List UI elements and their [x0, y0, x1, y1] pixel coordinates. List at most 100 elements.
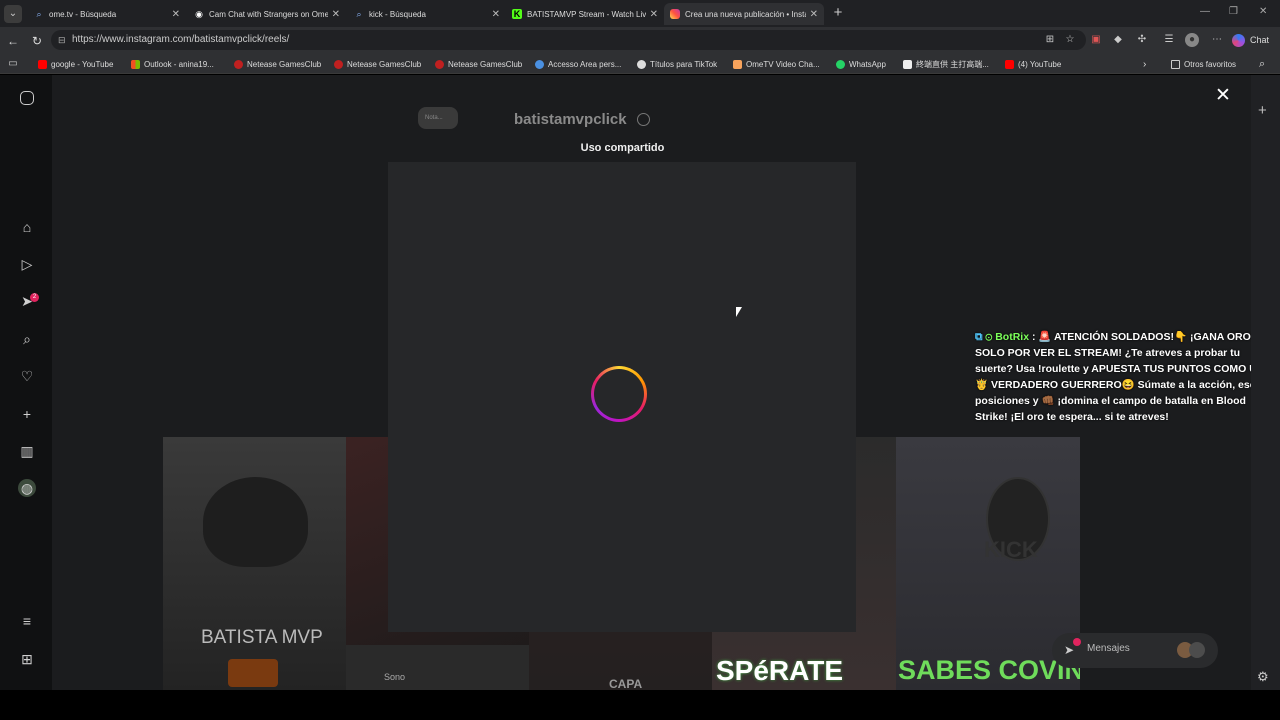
browser-tab-bar: ⌄ ⌕ ome.tv - Búsqueda ✕ ◉ Cam Chat with … — [0, 0, 1280, 27]
bookmark-item[interactable]: 終端直供 主打高端... — [903, 57, 989, 71]
bookmark-label: Outlook - anina19... — [144, 59, 214, 69]
bookmark-item[interactable]: Títulos para TikTok — [637, 57, 717, 71]
close-tab-icon[interactable]: ✕ — [492, 9, 500, 20]
favorite-star-icon[interactable]: ☆ — [1063, 33, 1077, 47]
close-tab-icon[interactable]: ✕ — [172, 9, 180, 20]
other-favorites-folder[interactable]: Otros favoritos — [1171, 57, 1236, 71]
messages-badge — [1073, 638, 1081, 646]
close-tab-icon[interactable]: ✕ — [650, 9, 658, 20]
bookmark-item[interactable]: Outlook - anina19... — [131, 57, 214, 71]
profile-avatar-icon[interactable]: ◍ — [18, 479, 36, 497]
back-button[interactable]: ← — [5, 33, 21, 49]
ometv-icon: ◉ — [195, 8, 203, 19]
url-text: https://www.instagram.com/batistamvpclic… — [72, 34, 290, 45]
close-tab-icon[interactable]: ✕ — [810, 9, 818, 20]
chat-message: : 🚨 ATENCIÓN SOLDADOS!👇 ¡GANA ORO 🚨 SOLO… — [975, 331, 1271, 423]
bookmark-item[interactable]: OmeTV Video Cha... — [733, 57, 820, 71]
person-silhouette — [203, 477, 308, 567]
tab-label: kick - Búsqueda — [369, 9, 426, 19]
bookmark-item[interactable]: google - YouTube — [38, 57, 113, 71]
also-from-meta-icon[interactable]: ⊞ — [18, 650, 36, 668]
chat-username: BotRix — [995, 331, 1030, 343]
note-bubble[interactable]: Nota... — [418, 107, 458, 129]
flame-logo — [228, 659, 278, 687]
instagram-page: BATISTA MVP Sono CAPA SPéRATE KICK SABES… — [0, 75, 1280, 690]
bookmark-item[interactable]: Netease GamesClub — [234, 57, 321, 71]
tab-kick-search[interactable]: ⌕ kick - Búsqueda ✕ — [348, 3, 506, 25]
bookmark-label: Netease GamesClub — [448, 59, 523, 69]
search-icon[interactable]: ⌕ — [18, 330, 36, 348]
taskbar-area — [0, 690, 1280, 720]
youtube-icon — [1005, 59, 1014, 69]
settings-icon[interactable] — [637, 113, 650, 126]
tab-label: Crea una nueva publicación • Instagram — [685, 9, 806, 19]
tab-label: Cam Chat with Strangers on OmeTV — [209, 9, 328, 19]
netease-icon — [334, 59, 343, 69]
messages-button[interactable]: ➤ Mensajes — [1052, 633, 1218, 668]
tab-ometv-search[interactable]: ⌕ ome.tv - Búsqueda ✕ — [28, 3, 186, 25]
add-sidebar-app-icon[interactable]: + — [1258, 102, 1267, 119]
settings-gear-icon[interactable]: ⚙ — [1257, 669, 1269, 685]
search-icon[interactable]: ⌕ — [1259, 57, 1265, 71]
tab-batistamvp-stream[interactable]: K BATISTAMVP Stream - Watch Live ✕ — [506, 3, 664, 25]
stream-chat-overlay: ⧉ ⊙ BotRix : 🚨 ATENCIÓN SOLDADOS!👇 ¡GANA… — [975, 329, 1275, 425]
tab-list-menu-button[interactable]: ⌄ — [4, 5, 22, 23]
copilot-chat-button[interactable]: Chat — [1232, 31, 1269, 49]
send-icon: ➤ — [1064, 643, 1075, 657]
tiktok-icon — [637, 59, 646, 69]
close-tab-icon[interactable]: ✕ — [332, 9, 340, 20]
mouse-cursor — [736, 307, 742, 317]
bookmark-item[interactable]: WhatsApp — [836, 57, 886, 71]
tab-ometv-chat[interactable]: ◉ Cam Chat with Strangers on OmeTV ✕ — [188, 3, 346, 25]
maximize-button[interactable]: ❐ — [1229, 6, 1238, 17]
bookmark-item[interactable]: Netease GamesClub — [435, 57, 522, 71]
dashboard-icon[interactable]: ▥ — [18, 442, 36, 460]
bookmark-label: Otros favoritos — [1184, 59, 1237, 69]
more-menu-icon[interactable]: ≡ — [18, 612, 36, 630]
reel-caption: BATISTA MVP — [201, 627, 323, 648]
reel-thumbnail[interactable]: BATISTA MVP — [163, 437, 346, 690]
bookmarks-overflow-chevron-icon[interactable]: › — [1143, 57, 1146, 71]
reading-list-icon[interactable]: ▭ — [6, 57, 20, 71]
bookmark-item[interactable]: (4) YouTube — [1005, 57, 1061, 71]
verified-icon: ⊙ — [985, 331, 993, 343]
notifications-heart-icon[interactable]: ♡ — [18, 367, 36, 385]
bookmarks-bar: ▭ google - YouTube Outlook - anina19... … — [0, 54, 1280, 74]
tab-instagram-new-post[interactable]: Crea una nueva publicación • Instagram ✕ — [664, 3, 824, 25]
reload-button[interactable]: ↻ — [29, 33, 45, 49]
bookmark-item[interactable]: Accesso Area pers... — [535, 57, 621, 71]
create-plus-icon[interactable]: + — [18, 405, 36, 423]
bookmark-item[interactable]: Netease GamesClub — [334, 57, 421, 71]
bookmark-label: Títulos para TikTok — [650, 59, 718, 69]
profile-avatar-icon[interactable]: ● — [1185, 33, 1199, 47]
reel-caption: SABES COVIN — [898, 655, 1080, 685]
extensions-puzzle-icon[interactable]: ✣ — [1135, 33, 1149, 47]
more-menu-icon[interactable]: ⋯ — [1210, 33, 1224, 47]
address-bar[interactable]: ⊟ https://www.instagram.com/batistamvpcl… — [51, 30, 1086, 50]
browser-toolbar: ← ↻ ⊟ https://www.instagram.com/batistam… — [0, 27, 1280, 54]
browser-sidebar: + ⚙ — [1251, 75, 1280, 690]
youtube-icon — [38, 59, 47, 69]
bot-icon: ⧉ — [975, 331, 983, 343]
reel-caption: SPéRATE — [716, 655, 844, 686]
apps-icon[interactable]: ⊞ — [1043, 33, 1057, 47]
copilot-icon — [1232, 33, 1245, 47]
share-modal — [388, 162, 856, 632]
kick-icon: K — [512, 9, 522, 19]
extension-icon[interactable]: ▣ — [1089, 33, 1103, 47]
site-info-icon[interactable]: ⊟ — [58, 30, 66, 50]
minimize-button[interactable]: — — [1200, 6, 1210, 17]
favorites-icon[interactable]: ☰ — [1162, 33, 1176, 47]
close-modal-icon[interactable]: ✕ — [1214, 84, 1232, 107]
extension-icon[interactable]: ◆ — [1111, 33, 1125, 47]
folder-icon — [1171, 59, 1180, 69]
instagram-logo-icon[interactable] — [20, 91, 34, 105]
microsoft-icon — [131, 59, 140, 69]
reels-icon[interactable]: ▷ — [18, 255, 36, 273]
bookmark-label: google - YouTube — [51, 59, 114, 69]
close-window-button[interactable]: ✕ — [1259, 6, 1267, 17]
new-tab-button[interactable]: + — [830, 5, 846, 21]
bookmark-label: 終端直供 主打高端... — [916, 59, 989, 69]
notification-badge: 2 — [30, 293, 39, 302]
home-icon[interactable]: ⌂ — [18, 218, 36, 236]
